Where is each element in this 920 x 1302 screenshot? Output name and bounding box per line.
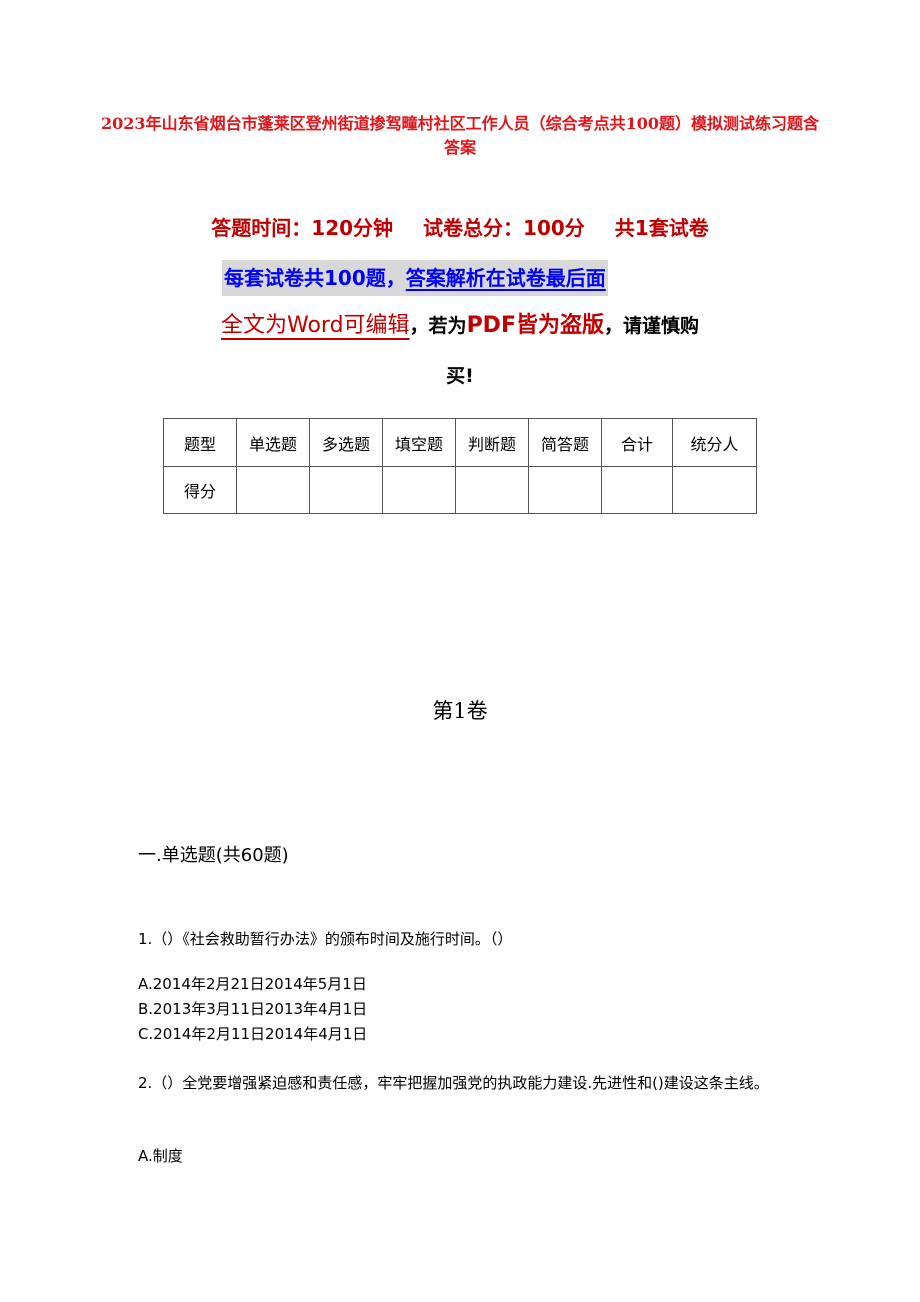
header-cell: 填空题	[382, 418, 456, 467]
score-cell[interactable]	[236, 466, 310, 514]
editable-word-notice: 全文为Word可编辑	[220, 313, 410, 338]
header-cell: 合计	[601, 418, 673, 467]
score-cell[interactable]	[455, 466, 529, 514]
notice-answer-link[interactable]: 答案解析在试卷最后面	[406, 266, 606, 290]
score-table-header-row: 题型 单选题 多选题 填空题 判断题 简答题 合计 统分人	[163, 418, 757, 467]
exam-time: 答题时间：120分钟	[211, 216, 394, 240]
header-cell: 判断题	[455, 418, 529, 467]
exam-total-score: 试卷总分：100分	[423, 216, 585, 240]
option-a: A.制度	[138, 1147, 183, 1165]
score-cell[interactable]	[309, 466, 383, 514]
score-table-score-row: 得分	[163, 466, 757, 514]
volume-title: 第1卷	[432, 699, 488, 723]
header-cell: 单选题	[236, 418, 310, 467]
score-cell[interactable]	[528, 466, 602, 514]
header-cell: 统分人	[672, 418, 757, 467]
notice-question-count: 每套试卷共100题，	[224, 266, 406, 290]
score-cell[interactable]	[601, 466, 673, 514]
row-label: 得分	[163, 466, 237, 514]
score-cell[interactable]	[382, 466, 456, 514]
edit-notice-caution: ，请谨慎购	[603, 315, 699, 337]
header-cell: 题型	[163, 418, 237, 467]
pdf-piracy-warning: PDF皆为盗版	[466, 313, 604, 338]
question-stem: 1.（）《社会救助暂行办法》的颁布时间及施行时间。（）	[138, 930, 513, 948]
question-stem: 2.（）全党要增强紧迫感和责任感，牢牢把握加强党的执政能力建设.先进性和()建设…	[138, 1074, 769, 1092]
section-title: 一.单选题(共60题)	[138, 845, 289, 866]
question-options: A.2014年2月21日2014年5月1日 B.2013年3月11日2013年4…	[138, 972, 367, 1047]
header-cell: 简答题	[528, 418, 602, 467]
exam-meta: 答题时间：120分钟 试卷总分：100分 共1套试卷	[100, 212, 820, 244]
option-a: A.2014年2月21日2014年5月1日	[138, 975, 367, 993]
score-table: 题型 单选题 多选题 填空题 判断题 简答题 合计 统分人 得分	[163, 418, 757, 514]
document-title: 2023年山东省烟台市蓬莱区登州街道掺驾疃村社区工作人员（综合考点共100题）模…	[101, 114, 819, 157]
edit-notice: 全文为Word可编辑，若为PDF皆为盗版，请谨慎购	[100, 306, 820, 346]
edit-notice-end: 买!	[446, 365, 474, 387]
edit-notice-text: ，若为	[409, 315, 467, 337]
answer-location-notice: 每套试卷共100题，答案解析在试卷最后面	[222, 260, 608, 296]
option-b: B.2013年3月11日2013年4月1日	[138, 1000, 368, 1018]
score-cell[interactable]	[672, 466, 757, 514]
option-c: C.2014年2月11日2014年4月1日	[138, 1025, 368, 1043]
header-cell: 多选题	[309, 418, 383, 467]
exam-sets: 共1套试卷	[614, 216, 709, 240]
